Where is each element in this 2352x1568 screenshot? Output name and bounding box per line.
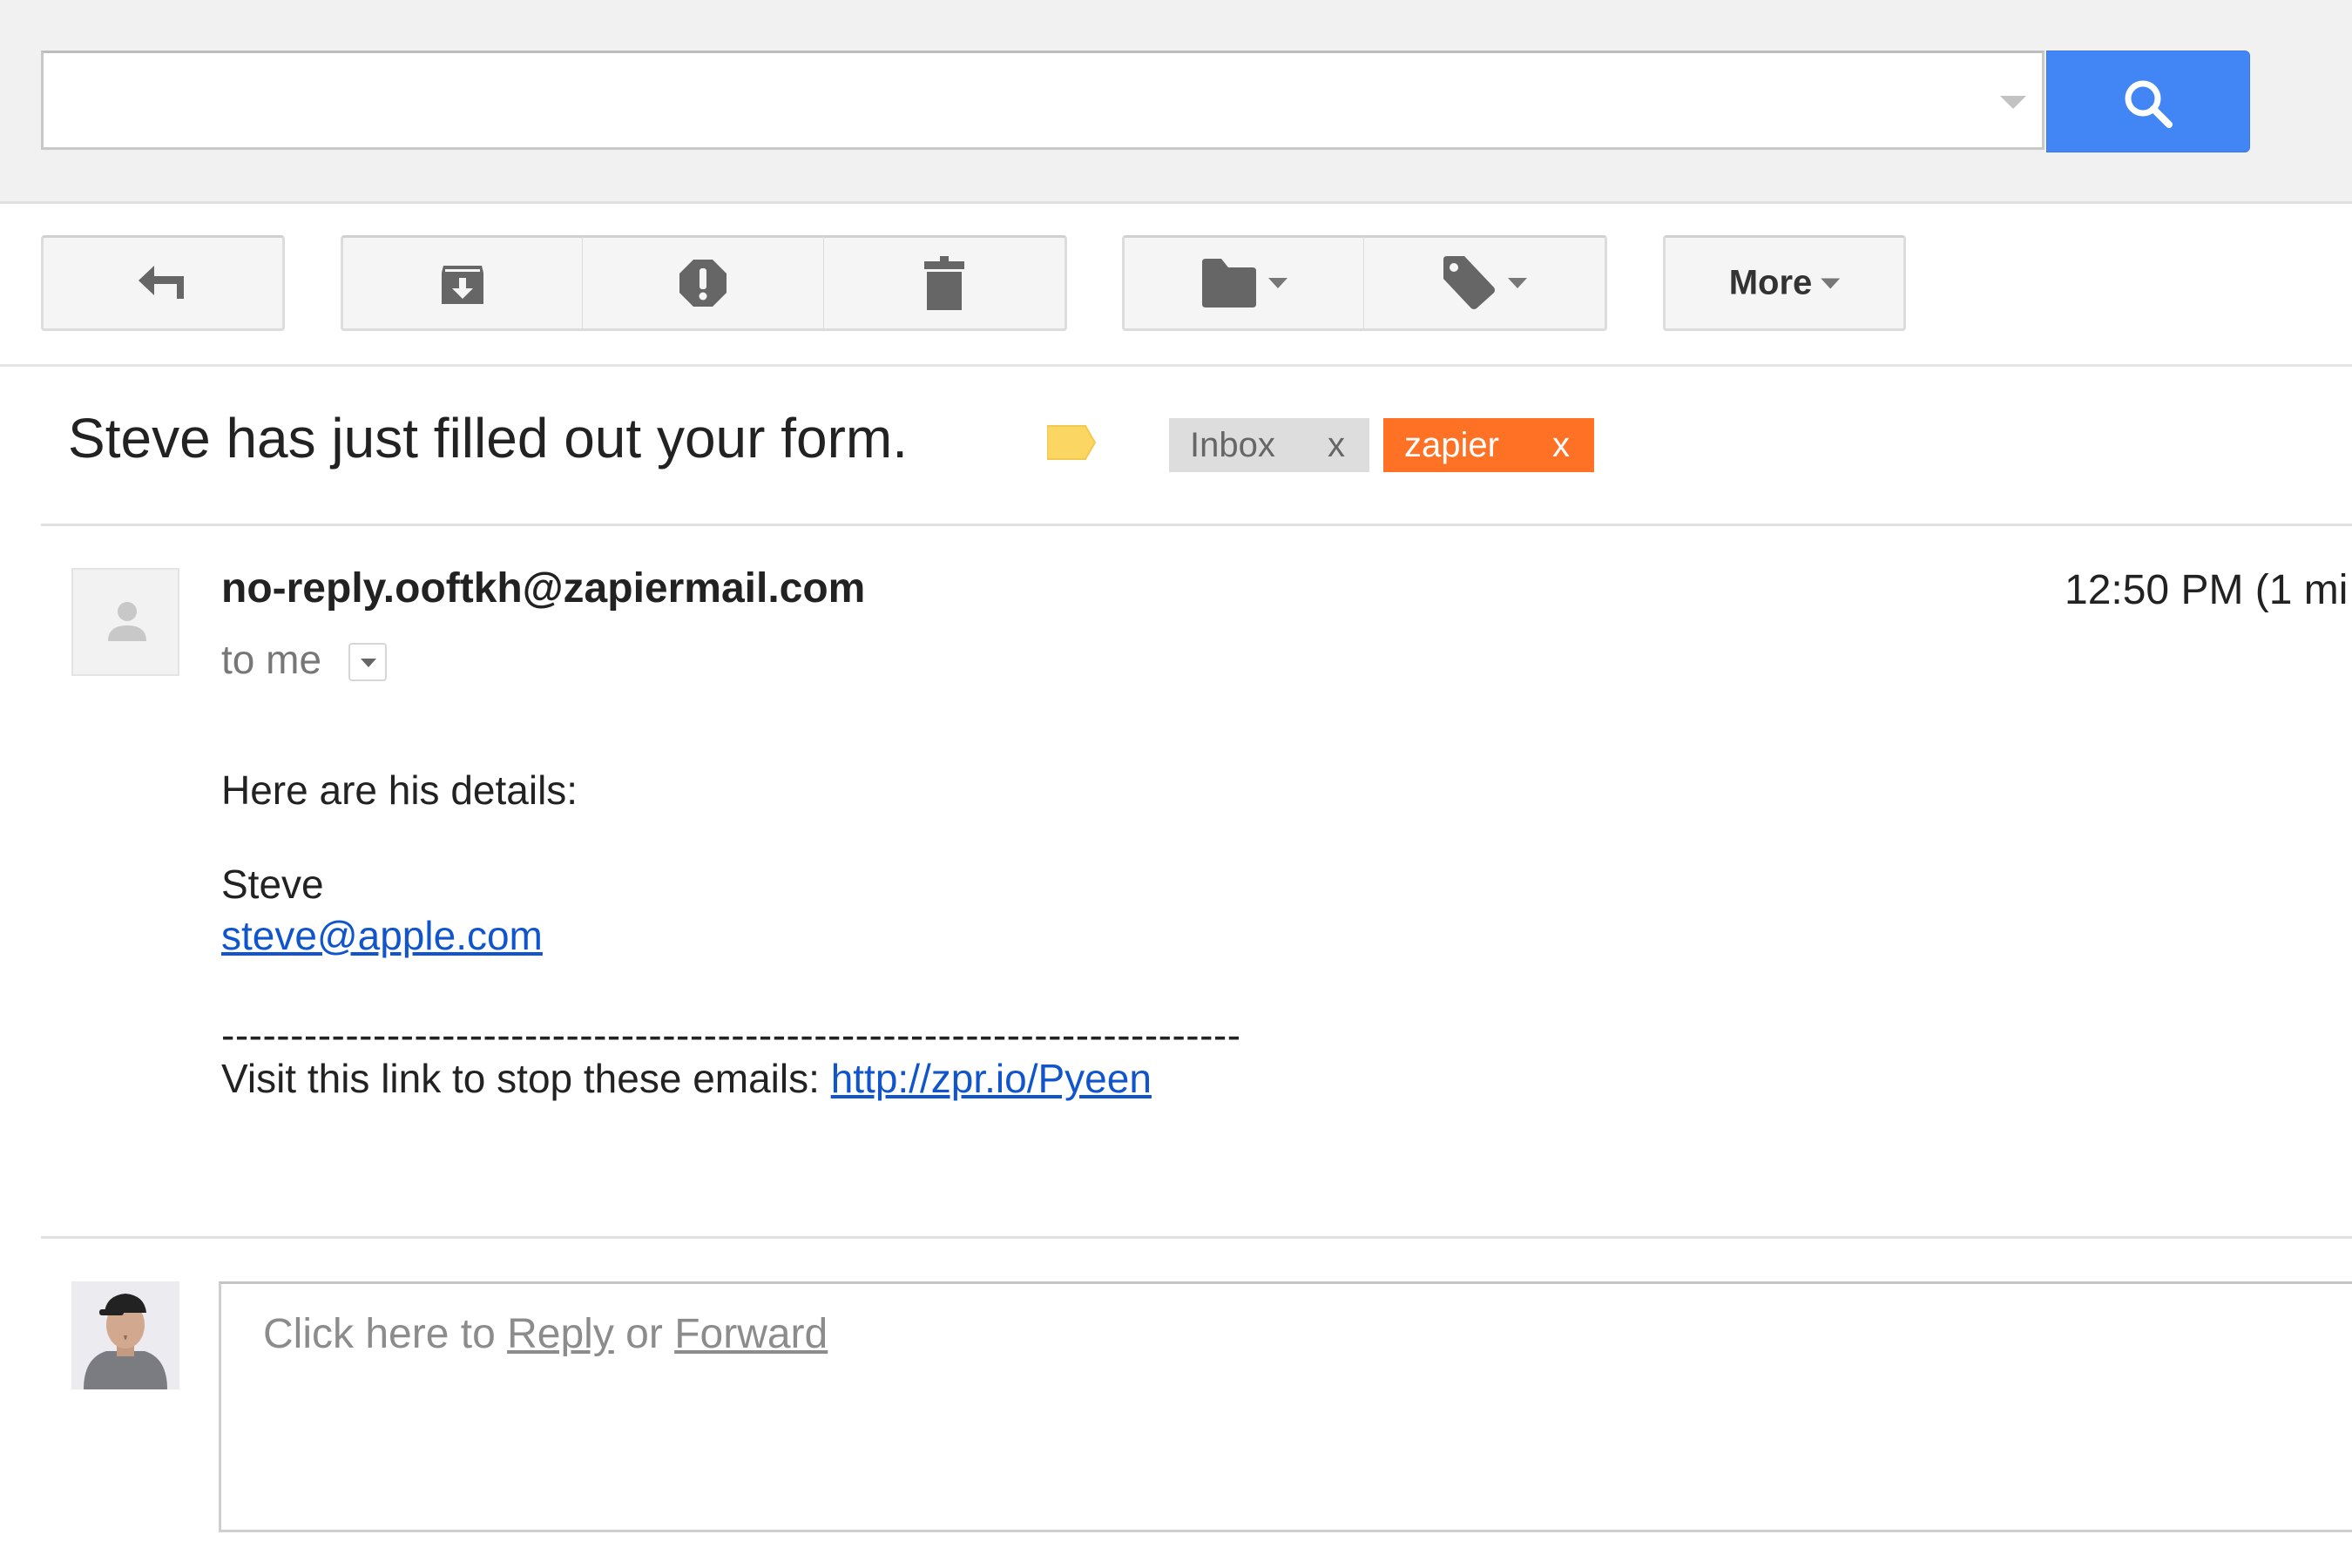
report-spam-button[interactable] — [582, 235, 826, 331]
delete-button[interactable] — [823, 235, 1067, 331]
sender-avatar[interactable] — [71, 568, 179, 676]
label-chip-inbox[interactable]: Inbox x — [1169, 418, 1369, 472]
trash-icon — [924, 256, 964, 310]
remove-label-button[interactable]: x — [1328, 418, 1345, 472]
reply-box[interactable]: Click here to Reply or Forward — [219, 1281, 2352, 1532]
subject-divider — [41, 524, 2352, 526]
back-button[interactable] — [41, 235, 285, 331]
label-icon — [1443, 256, 1495, 309]
recipients-text: to me — [221, 637, 322, 682]
label-chip-zapier[interactable]: zapier x — [1383, 418, 1594, 472]
chevron-down-icon — [1508, 278, 1527, 288]
unsubscribe-text: Visit this link to stop these emails: — [221, 1056, 831, 1101]
folder-icon — [1202, 259, 1256, 308]
unsubscribe-line: Visit this link to stop these emails: ht… — [221, 1055, 1152, 1102]
labels-button[interactable] — [1363, 235, 1607, 331]
reply-prompt-middle: or — [613, 1311, 675, 1357]
reply-prompt-prefix: Click here to — [263, 1311, 508, 1357]
more-button[interactable]: More — [1663, 235, 1906, 331]
importance-marker-icon[interactable] — [1047, 425, 1096, 460]
user-photo-icon — [71, 1281, 179, 1389]
chevron-down-icon — [1821, 278, 1841, 288]
search-icon — [2125, 80, 2173, 128]
search-button[interactable] — [2046, 51, 2250, 152]
forward-link[interactable]: Forward — [674, 1311, 828, 1357]
body-name: Steve — [221, 862, 324, 907]
archive-icon — [442, 266, 483, 304]
archive-button[interactable] — [341, 235, 585, 331]
spam-icon — [679, 260, 727, 307]
unsubscribe-link[interactable]: http://zpr.io/Pyeen — [831, 1056, 1152, 1101]
search-input[interactable] — [41, 51, 2044, 150]
chevron-down-icon — [1268, 278, 1288, 288]
remove-label-button[interactable]: x — [1552, 418, 1570, 472]
email-subject: Steve has just filled out your form. — [68, 407, 908, 470]
label-chip-text: Inbox — [1190, 426, 1275, 464]
message-timestamp: 12:50 PM (1 mi — [2065, 567, 2349, 613]
more-label: More — [1728, 263, 1813, 302]
move-to-button[interactable] — [1122, 235, 1366, 331]
label-chip-text: zapier — [1404, 426, 1499, 464]
reply-divider — [41, 1236, 2352, 1239]
search-header — [0, 0, 2352, 204]
toolbar-divider — [0, 364, 2352, 367]
body-intro: Here are his details: — [221, 767, 578, 813]
user-avatar[interactable] — [71, 1281, 179, 1389]
separator-line: ----------------------------------------… — [221, 1012, 1241, 1058]
show-details-dropdown[interactable] — [348, 643, 387, 681]
email-link[interactable]: steve@apple.com — [221, 912, 543, 959]
reply-prompt: Click here to Reply or Forward — [263, 1310, 828, 1358]
sender-email[interactable]: no-reply.ooftkh@zapiermail.com — [221, 564, 865, 612]
reply-link[interactable]: Reply — [507, 1311, 614, 1357]
default-person-icon — [108, 602, 146, 641]
search-options-dropdown-icon[interactable] — [2000, 96, 2026, 109]
back-arrow-icon — [139, 266, 184, 299]
